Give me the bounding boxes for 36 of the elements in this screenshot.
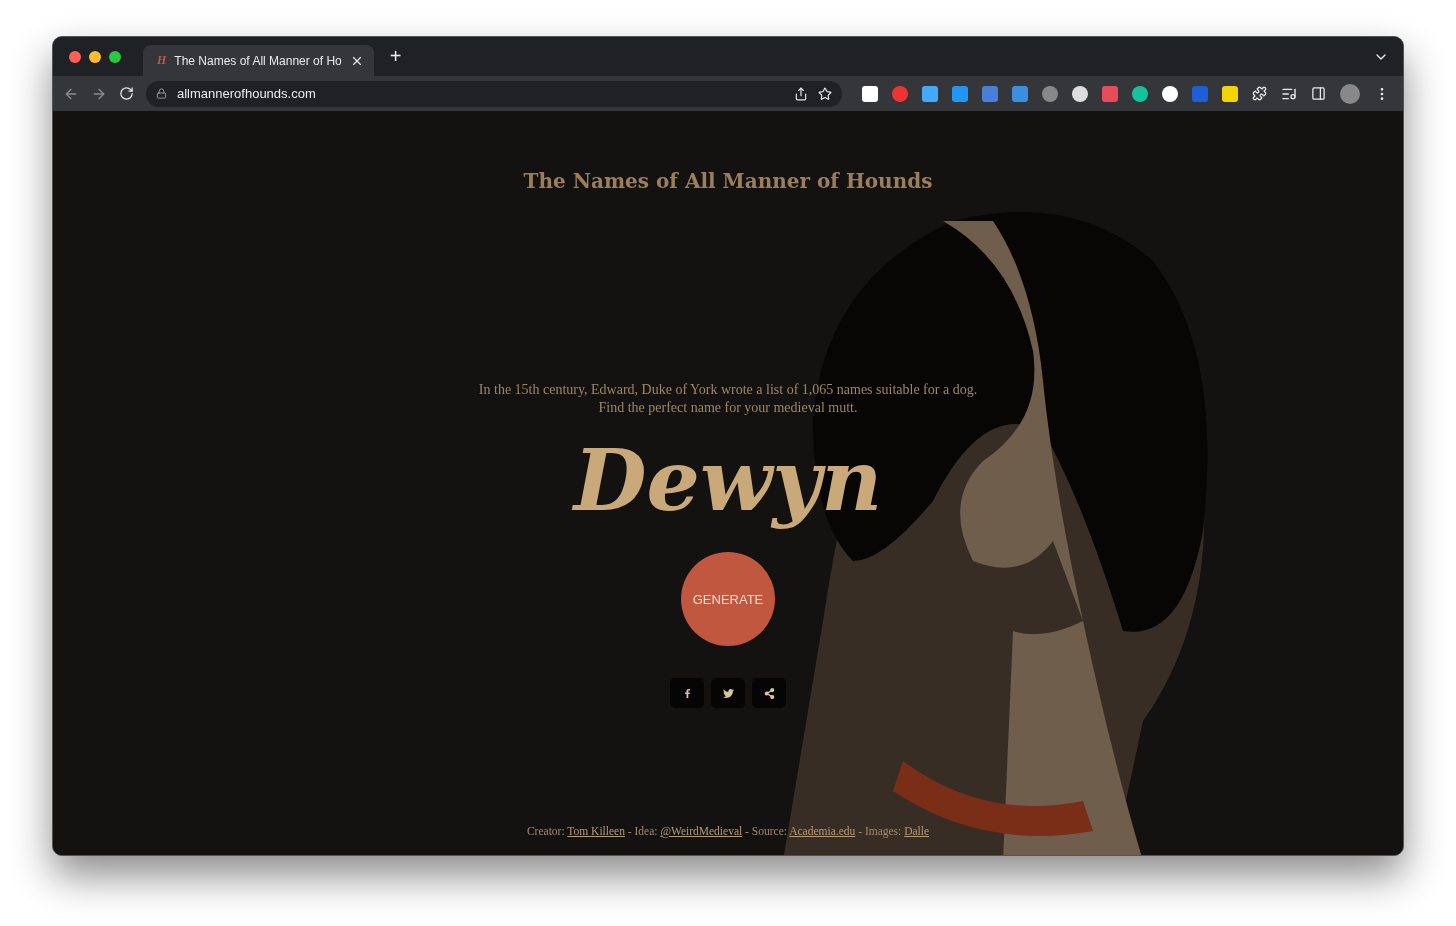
credit-link[interactable]: @WeirdMedieval [660,825,743,837]
tab-favicon: H [157,53,167,68]
extension-icon[interactable] [1162,85,1178,102]
url-text: allmannerofhounds.com [177,86,317,101]
facebook-icon [682,688,692,698]
credits-text: Creator: Tom Killeen - Idea: @WeirdMedieval - Source: Academia.edu - Images: Dalle [526,825,930,837]
share-icon[interactable] [794,86,808,101]
star-icon[interactable] [818,86,832,101]
facebook-button[interactable] [670,678,704,708]
extension-icon[interactable] [922,85,938,102]
zoom-window-icon[interactable] [109,50,121,63]
minimize-window-icon[interactable] [89,50,101,63]
tab-title: The Names of All Manner of Ho [174,53,342,68]
credit-link[interactable]: Tom Killeen [567,825,625,837]
dog-name: Dewyn [573,431,883,530]
browser-tab[interactable]: H The Names of All Manner of Ho [143,45,374,76]
intro-text: In the 15th century, Edward, Duke of York wrote a list of 1,065 names suitable for a dog. Find the perfect name for your medieval mutt. [478,381,978,417]
address-bar[interactable]: allmannerofhounds.com [146,80,842,107]
page-title: The Names of All Manner of Hounds [523,169,933,193]
share-button[interactable] [752,678,786,708]
avatar-icon[interactable] [1340,83,1360,104]
extension-icon[interactable] [1132,85,1148,102]
credit-link[interactable]: Academia.edu [789,825,856,837]
credit-link[interactable]: Dalle [904,825,930,837]
extension-icon[interactable] [1072,85,1088,102]
side-panel-icon[interactable] [1311,86,1326,101]
extension-icon[interactable] [862,85,878,102]
puzzle-icon[interactable] [1252,86,1267,101]
share-icon [763,687,775,699]
new-tab-button[interactable]: + [381,45,410,68]
lock-icon [156,88,167,99]
twitter-button[interactable] [711,678,745,708]
extension-icon[interactable] [1222,85,1238,102]
close-window-icon[interactable] [69,50,81,63]
twitter-icon [722,687,734,699]
reload-icon[interactable] [119,86,134,101]
